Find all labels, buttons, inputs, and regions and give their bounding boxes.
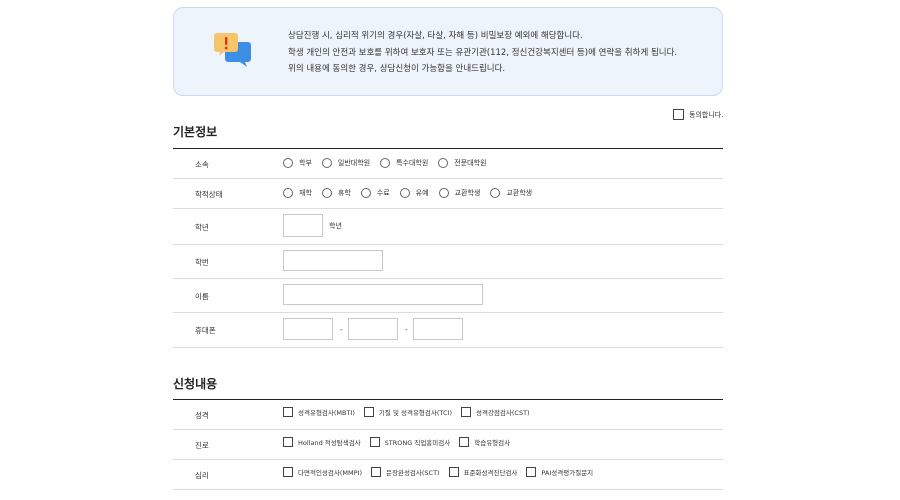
affiliation-radio-group: 학부 일반대학원 특수대학원 전문대학원 (283, 158, 497, 168)
affiliation-option-label: 학부 (299, 159, 312, 167)
psych-checkbox[interactable] (283, 467, 293, 477)
status-option-label: 교환학생 (506, 189, 533, 197)
personality-row: 성격 성격유형검사(MBTI) 기질 및 성격유형검사(TCI) 성격강점검사(… (173, 400, 723, 430)
affiliation-radio[interactable] (283, 158, 293, 168)
personality-checkbox[interactable] (363, 407, 374, 417)
affiliation-radio[interactable] (380, 158, 391, 168)
personality-option-label: 성격강점검사(CST) (476, 409, 530, 417)
career-label: 진로 (195, 441, 209, 450)
name-label: 이름 (195, 292, 209, 301)
personality-label: 성격 (195, 411, 209, 420)
status-radio[interactable] (438, 188, 449, 198)
phone-separator: - (340, 324, 343, 334)
career-option-label: Holland 적성탐색검사 (298, 439, 361, 447)
phone-row: 휴대폰 - - (173, 313, 723, 348)
affiliation-label: 소속 (195, 160, 209, 169)
name-input[interactable] (283, 284, 483, 305)
status-option-label: 수료 (376, 189, 390, 197)
agree-checkbox[interactable] (673, 109, 684, 120)
affiliation-radio[interactable] (438, 158, 449, 168)
phone-label: 휴대폰 (195, 326, 216, 335)
phone-input-1[interactable] (283, 318, 333, 340)
status-radio[interactable] (399, 188, 410, 198)
affiliation-option-label: 특수대학원 (396, 159, 429, 167)
psych-option-label: PAI성격평가질문지 (541, 469, 594, 477)
career-option-label: 학습유형검사 (474, 439, 511, 447)
status-row: 학적상태 재학 휴학 수료 유예 교환학생 교환학생 (173, 179, 723, 209)
personality-option-label: 기질 및 성격유형검사(TCI) (378, 409, 452, 417)
affiliation-option-label: 전문대학원 (454, 159, 487, 167)
notice-line: 위의 내용에 동의한 경우, 상담신청이 가능함을 안내드립니다. (288, 64, 506, 74)
phone-separator: - (404, 324, 408, 334)
psych-checkbox[interactable] (371, 467, 381, 477)
grade-row: 학년 학년 (173, 209, 723, 245)
psych-checkbox[interactable] (448, 467, 459, 477)
grade-suffix: 학년 (329, 221, 342, 230)
grade-input[interactable] (283, 214, 323, 237)
student-id-row: 학번 (173, 245, 723, 279)
notice-line: 상담진행 시, 심리적 위기의 경우(자살, 타살, 자해 등) 비밀보장 예외… (288, 31, 583, 41)
agree-label: 동의합니다. (689, 110, 724, 119)
career-checkbox[interactable] (283, 437, 293, 447)
affiliation-radio[interactable] (321, 158, 332, 168)
psych-row: 심리 다면적인성검사(MMPI) 문장완성검사(SCT) 표준화성격진단검사 P… (173, 460, 723, 490)
student-id-label: 학번 (195, 258, 209, 267)
status-radio[interactable] (360, 188, 371, 198)
status-label: 학적상태 (195, 190, 223, 199)
career-row: 진로 Holland 적성탐색검사 STRONG 직업흥미검사 학습유형검사 (173, 430, 723, 460)
personality-checkbox[interactable] (461, 407, 471, 417)
agree-row: 동의합니다. (673, 109, 723, 120)
phone-input-3[interactable] (412, 318, 463, 340)
status-option-label: 교환학생 (454, 189, 481, 197)
application-title: 신청내용 (173, 377, 218, 391)
psych-checkbox[interactable] (526, 467, 537, 477)
affiliation-option-label: 일반대학원 (337, 159, 371, 167)
psych-label: 심리 (195, 471, 209, 480)
career-checkbox[interactable] (369, 437, 380, 447)
student-id-input[interactable] (283, 250, 383, 271)
phone-input-2[interactable] (347, 318, 398, 340)
notice-text: 상담진행 시, 심리적 위기의 경우(자살, 타살, 자해 등) 비밀보장 예외… (288, 28, 677, 78)
personality-option-label: 성격유형검사(MBTI) (298, 409, 355, 417)
psych-option-label: 표준화성격진단검사 (463, 469, 518, 477)
personality-checkbox[interactable] (283, 407, 293, 417)
career-option-label: STRONG 직업흥미검사 (384, 439, 451, 447)
status-option-label: 유예 (415, 189, 429, 197)
status-radio-group: 재학 휴학 수료 유예 교환학생 교환학생 (283, 188, 542, 198)
grade-label: 학년 (195, 223, 209, 232)
name-row: 이름 (173, 279, 723, 313)
privacy-notice-box: 상담진행 시, 심리적 위기의 경우(자살, 타살, 자해 등) 비밀보장 예외… (173, 7, 723, 96)
career-checkbox[interactable] (459, 437, 470, 447)
psych-option-label: 문장완성검사(SCT) (386, 469, 440, 477)
status-radio[interactable] (490, 188, 501, 198)
affiliation-row: 소속 학부 일반대학원 특수대학원 전문대학원 (173, 149, 723, 179)
alert-chat-bubble-icon (214, 30, 254, 70)
status-radio[interactable] (321, 188, 332, 198)
status-option-label: 재학 (299, 189, 312, 197)
psych-option-label: 다면적인성검사(MMPI) (298, 469, 362, 477)
basic-info-title: 기본정보 (173, 125, 218, 139)
status-option-label: 휴학 (337, 189, 351, 197)
notice-line: 학생 개인의 안전과 보호를 위하여 보호자 또는 유관기관(112, 정신건강… (288, 47, 678, 58)
status-radio[interactable] (283, 188, 293, 198)
